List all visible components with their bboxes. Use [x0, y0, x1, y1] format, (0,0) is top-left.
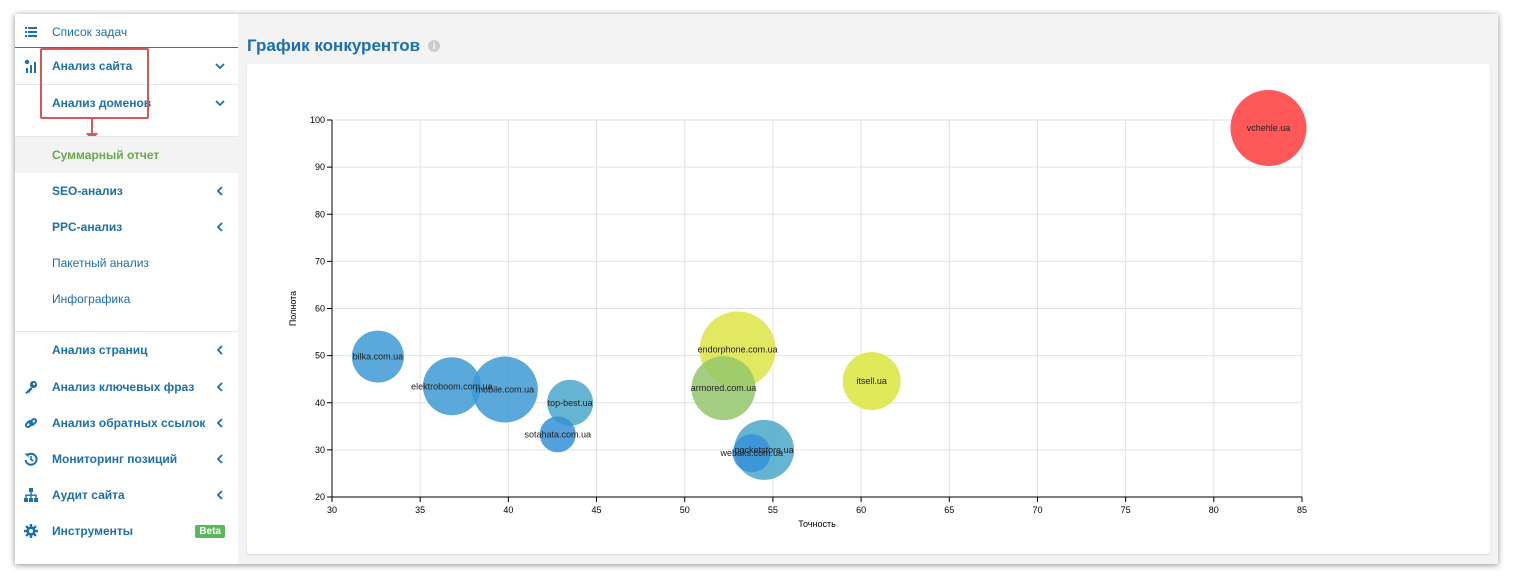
sidebar-item-label: PPC-анализ — [52, 220, 123, 234]
chevron-left-icon — [216, 222, 223, 232]
x-tick-label: 55 — [768, 505, 778, 515]
link-icon — [23, 415, 39, 431]
bubble-label: webaks.com.ua — [719, 448, 783, 458]
sidebar-item-batch-analysis[interactable]: Пакетный анализ — [15, 245, 238, 281]
key-icon — [23, 379, 39, 395]
sidebar-item-page-analysis[interactable]: Анализ страниц — [15, 332, 238, 368]
chevron-left-icon — [216, 490, 223, 500]
bubble-label: bilka.com.ua — [353, 352, 404, 362]
y-axis-label: Полнота — [288, 291, 298, 326]
y-tick-label: 20 — [315, 492, 325, 502]
beta-badge: Beta — [195, 524, 225, 538]
x-axis-label: Точность — [798, 519, 836, 529]
chevron-left-icon — [216, 418, 223, 428]
bubble-label: sotahata.com.ua — [524, 429, 591, 439]
sidebar-item-infographics[interactable]: Инфографика — [15, 281, 238, 317]
sidebar-item-label: Мониторинг позиций — [52, 452, 178, 466]
y-tick-label: 30 — [315, 445, 325, 455]
chevron-left-icon — [216, 382, 223, 392]
y-tick-label: 50 — [315, 351, 325, 361]
x-tick-label: 50 — [680, 505, 690, 515]
x-tick-label: 40 — [503, 505, 513, 515]
x-tick-label: 30 — [327, 505, 337, 515]
list-icon — [23, 24, 39, 40]
sidebar-item-ppc-analysis[interactable]: PPC-анализ — [15, 209, 238, 245]
bubble-label: itsell.ua — [856, 376, 887, 386]
y-tick-label: 70 — [315, 256, 325, 266]
sidebar-item-label: Аудит сайта — [52, 488, 125, 502]
sidebar-item-label: Анализ страниц — [52, 343, 148, 357]
sidebar-item-site-audit[interactable]: Аудит сайта — [15, 477, 238, 513]
y-tick-label: 90 — [315, 162, 325, 172]
y-tick-label: 60 — [315, 304, 325, 314]
x-tick-label: 65 — [944, 505, 954, 515]
info-icon[interactable]: i — [428, 40, 441, 52]
x-tick-label: 60 — [856, 505, 866, 515]
bubble-label: armored.com.ua — [691, 383, 757, 393]
bubble-label: endorphone.com.ua — [698, 344, 778, 354]
sidebar-item-label: Инфографика — [52, 292, 131, 306]
x-tick-label: 75 — [1121, 505, 1131, 515]
sidebar-item-label: Анализ ключевых фраз — [52, 380, 195, 394]
sidebar-item-summary-report[interactable]: Суммарный отчет — [15, 137, 238, 173]
x-tick-label: 85 — [1297, 505, 1307, 515]
sidebar-item-label: Анализ обратных ссылок — [52, 416, 206, 430]
sidebar-item-label: Суммарный отчет — [52, 148, 160, 162]
sidebar-item-position-monitoring[interactable]: Мониторинг позиций — [15, 441, 238, 477]
x-tick-label: 80 — [1209, 505, 1219, 515]
y-tick-label: 100 — [310, 115, 325, 125]
sidebar-item-label: Пакетный анализ — [52, 256, 149, 270]
history-icon — [23, 451, 39, 467]
competitor-bubble-chart: 30 35 40 45 50 55 60 65 70 75 80 852030405060708090… — [288, 90, 1307, 529]
sitemap-icon — [23, 487, 39, 503]
bubble-label: vchehle.ua — [1247, 123, 1291, 133]
highlight-annotation — [40, 48, 149, 119]
sidebar-item-task-list[interactable]: Список задач — [15, 14, 238, 50]
chevron-down-icon — [215, 63, 225, 70]
gear-icon — [23, 523, 39, 539]
sidebar-item-keyword-analysis[interactable]: Анализ ключевых фраз — [15, 369, 238, 405]
sidebar: Список задач Анализ сайта Анализ доменов… — [15, 14, 238, 564]
x-tick-label: 70 — [1032, 505, 1042, 515]
analytics-icon — [23, 58, 39, 74]
chevron-left-icon — [216, 345, 223, 355]
bubble-label: mobile.com.ua — [476, 385, 535, 395]
chevron-down-icon — [215, 100, 225, 107]
chevron-left-icon — [216, 186, 223, 196]
app-frame: Список задач Анализ сайта Анализ доменов… — [15, 14, 1498, 564]
chevron-left-icon — [216, 454, 223, 464]
page-title-text: График конкурентов — [247, 36, 421, 55]
x-tick-label: 35 — [415, 505, 425, 515]
sidebar-item-tools[interactable]: Инструменты Beta — [15, 513, 238, 549]
y-tick-label: 40 — [315, 398, 325, 408]
sidebar-item-label: Инструменты — [52, 524, 134, 538]
sidebar-item-seo-analysis[interactable]: SEO-анализ — [15, 173, 238, 209]
x-tick-label: 45 — [592, 505, 602, 515]
sidebar-item-label: SEO-анализ — [52, 184, 123, 198]
sidebar-item-label: Список задач — [52, 25, 128, 39]
page-title: График конкурентов i — [247, 36, 441, 56]
y-tick-label: 80 — [315, 209, 325, 219]
chart-card: 30 35 40 45 50 55 60 65 70 75 80 85 20 30 40 50 60 70 80 90… — [247, 64, 1490, 554]
sidebar-item-backlink-analysis[interactable]: Анализ обратных ссылок — [15, 405, 238, 441]
bubble-label: top-best.ua — [548, 398, 593, 408]
